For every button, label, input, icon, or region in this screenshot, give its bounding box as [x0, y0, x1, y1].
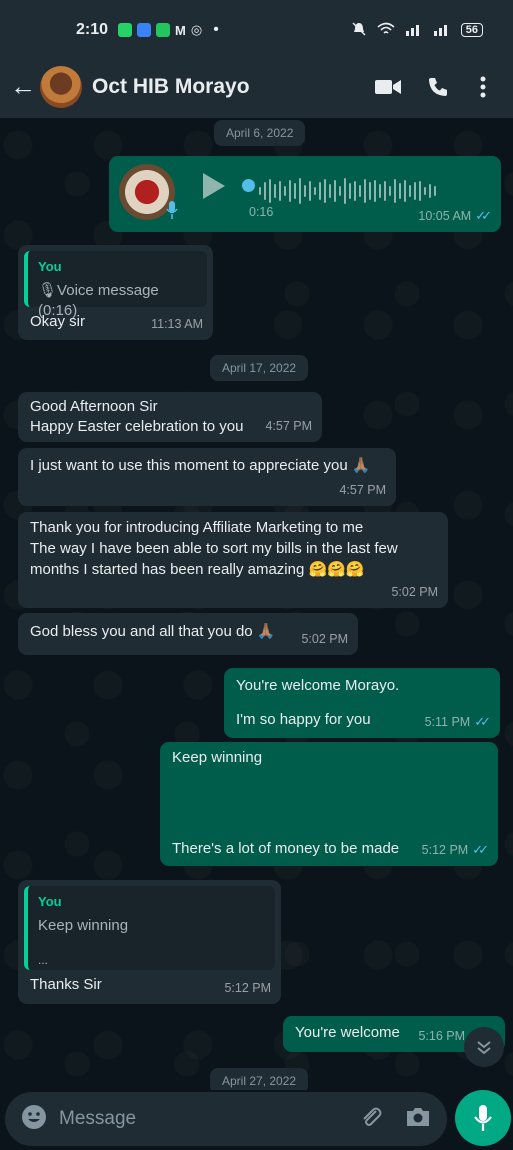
mute-icon [351, 21, 367, 40]
chat-area[interactable]: April 6, 2022 0:16 10:05 AM ✓✓ You 🎙︎Voi… [0, 118, 513, 1090]
message-time: 5:12 PM [224, 981, 271, 995]
message-time: 5:16 PM [418, 1029, 465, 1043]
playback-position[interactable] [242, 179, 255, 192]
paperclip-icon[interactable] [359, 1105, 383, 1134]
message-text: Good Afternoon Sir Happy Easter celebrat… [30, 398, 244, 435]
message-time: 11:13 AM [151, 317, 203, 331]
message-meta: 5:02 PM [301, 629, 348, 649]
message-meta: 5:11 PM ✓✓ [424, 712, 491, 732]
message-meta: 4:57 PM [339, 480, 386, 500]
whatsapp-icon [118, 23, 133, 37]
read-ticks-icon: ✓✓ [472, 842, 489, 857]
message-bubble-outgoing[interactable]: You're welcome Morayo. I'm so happy for … [224, 668, 500, 738]
status-bar: 2:10 M ◎ • 56 [0, 0, 513, 60]
message-meta: 5:02 PM [391, 582, 438, 602]
contact-name[interactable]: Oct HIB Morayo [92, 75, 363, 99]
signal-icon [433, 22, 451, 39]
message-bubble-incoming[interactable]: God bless you and all that you do 🙏🏽 5:0… [18, 613, 358, 655]
message-text: Thank you for introducing Affiliate Mark… [30, 519, 398, 578]
camera-icon[interactable] [405, 1106, 431, 1133]
voice-message-bubble[interactable]: 0:16 10:05 AM ✓✓ [109, 156, 501, 232]
message-time: 4:57 PM [265, 419, 312, 433]
message-meta: 10:05 AM ✓✓ [418, 206, 492, 226]
arrow-left-icon[interactable]: ← [10, 71, 36, 102]
voice-duration: 0:16 [249, 205, 274, 219]
waveform[interactable] [259, 176, 489, 206]
message-bubble-outgoing[interactable]: Keep winning There's a lot of money to b… [160, 742, 498, 866]
message-meta: 4:57 PM [265, 416, 312, 436]
message-bubble-incoming[interactable]: I just want to use this moment to apprec… [18, 448, 396, 506]
message-time: 5:12 PM [421, 843, 469, 857]
message-text: I just want to use this moment to apprec… [30, 457, 371, 474]
quoted-message[interactable]: You 🎙︎Voice message (0:16) [24, 251, 207, 319]
message-meta: 11:13 AM [151, 314, 203, 334]
instagram-icon: ◎ [190, 22, 203, 37]
quote-text: Keep winning [38, 917, 129, 934]
message-bubble-incoming[interactable]: Thank you for introducing Affiliate Mark… [18, 512, 448, 608]
message-meta: 5:12 PM ✓✓ [421, 840, 489, 860]
message-text: God bless you and all that you do 🙏🏽 [30, 623, 276, 640]
date-chip: April 6, 2022 [214, 120, 306, 146]
message-text: You're welcome [295, 1024, 400, 1041]
message-text: Keep winning [172, 749, 263, 766]
mic-icon[interactable] [455, 1090, 511, 1146]
gmail-icon: M [175, 22, 186, 38]
message-text: You're welcome Morayo. [236, 677, 400, 694]
message-text: Okay sir [30, 313, 86, 330]
quote-author: You [38, 259, 62, 274]
date-chip: April 17, 2022 [210, 355, 309, 381]
wifi-icon [377, 22, 395, 39]
status-time: 2:10 [76, 21, 109, 38]
message-text: Thanks Sir [30, 976, 102, 993]
message-time: 10:05 AM [418, 209, 472, 223]
quoted-message[interactable]: You Keep winning ... [24, 886, 275, 970]
app-icon [137, 23, 152, 37]
quote-author: You [38, 894, 62, 909]
quote-text-extra: ... [38, 953, 49, 967]
message-bubble-incoming[interactable]: You Keep winning ... Thanks Sir 5:12 PM [18, 880, 281, 1004]
message-time: 5:02 PM [391, 585, 438, 599]
emoji-icon[interactable] [21, 1104, 47, 1135]
message-input[interactable] [59, 1108, 359, 1130]
mic-icon [165, 200, 179, 226]
chevron-double-down-icon[interactable] [464, 1027, 504, 1067]
phone-icon[interactable] [413, 76, 463, 98]
battery-indicator: 56 [460, 23, 483, 37]
message-text: There's a lot of money to be made [172, 840, 400, 857]
app-icon [156, 23, 171, 37]
signal-icon [405, 22, 423, 39]
mic-icon: 🎙︎ [38, 282, 58, 299]
avatar[interactable] [40, 65, 82, 108]
read-ticks-icon: ✓✓ [474, 714, 491, 729]
more-vert-icon[interactable] [463, 76, 503, 98]
message-bubble-incoming[interactable]: Good Afternoon Sir Happy Easter celebrat… [18, 392, 322, 442]
date-chip: April 27, 2022 [210, 1068, 309, 1090]
notification-icons: M ◎ • [118, 21, 219, 39]
message-text: I'm so happy for you [236, 711, 371, 728]
message-meta: 5:12 PM [224, 978, 271, 998]
video-camera-icon[interactable] [363, 78, 413, 96]
message-composer [5, 1092, 447, 1146]
message-time: 5:02 PM [301, 632, 348, 646]
message-bubble-incoming[interactable]: You 🎙︎Voice message (0:16) Okay sir 11:1… [18, 245, 213, 340]
message-time: 5:11 PM [424, 715, 471, 729]
message-meta: 5:16 PM [418, 1026, 465, 1046]
chat-header: ← Oct HIB Morayo [0, 55, 513, 118]
more-notifications-dot: • [213, 21, 219, 38]
play-icon[interactable] [201, 172, 227, 206]
read-ticks-icon: ✓✓ [475, 208, 492, 223]
message-time: 4:57 PM [339, 483, 386, 497]
